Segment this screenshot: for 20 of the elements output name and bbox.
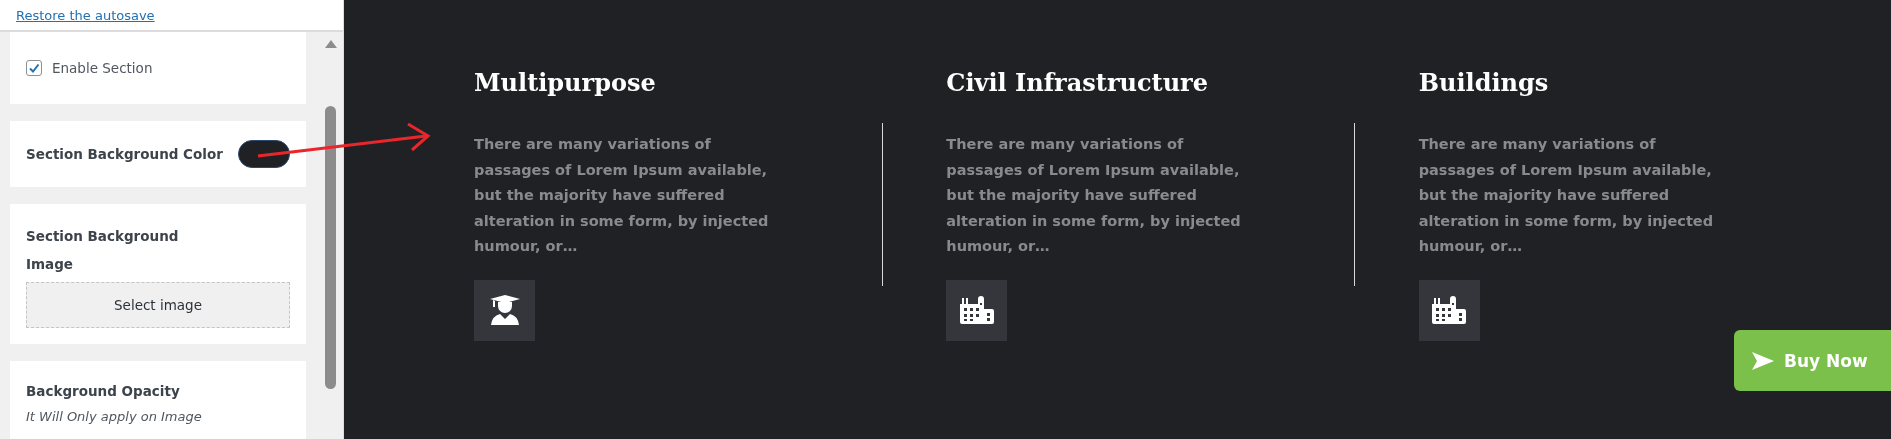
checkbox-label: Enable Section	[52, 60, 153, 76]
field-label: Section Background Color	[26, 146, 223, 162]
feature-title: Buildings	[1418, 68, 1550, 99]
feature-description: There are many variations of passages of Lorem Ipsum available, but the majority have suffered alteration in some form, by injected humour, or…	[474, 135, 770, 256]
feature-title: Multipurpose	[474, 68, 657, 99]
field-hint: It Will Only apply on Image	[26, 409, 203, 424]
restore-link[interactable]: Restore the autosave	[16, 7, 155, 23]
select-image-button[interactable]: Select image	[26, 282, 290, 328]
scroll-up-icon[interactable]	[324, 40, 337, 48]
checkbox[interactable]	[26, 60, 42, 76]
send-icon	[1752, 351, 1774, 370]
feature-description: There are many variations of passages of Lorem Ipsum available, but the majority have suffered alteration in some form, by injected humour, or…	[1418, 135, 1715, 256]
feature-title: Civil Infrastructure	[946, 68, 1210, 99]
scrollbar-thumb[interactable]	[325, 106, 336, 389]
feature-description: There are many variations of passages of Lorem Ipsum available, but the majority have suffered alteration in some form, by injected humour, or…	[946, 135, 1242, 256]
buildings-icon	[1430, 294, 1469, 326]
buildings-icon	[957, 294, 996, 326]
field-label: Section Background Image	[26, 227, 180, 274]
color-swatch[interactable]	[238, 140, 290, 168]
field-label: Background Opacity	[26, 383, 181, 399]
